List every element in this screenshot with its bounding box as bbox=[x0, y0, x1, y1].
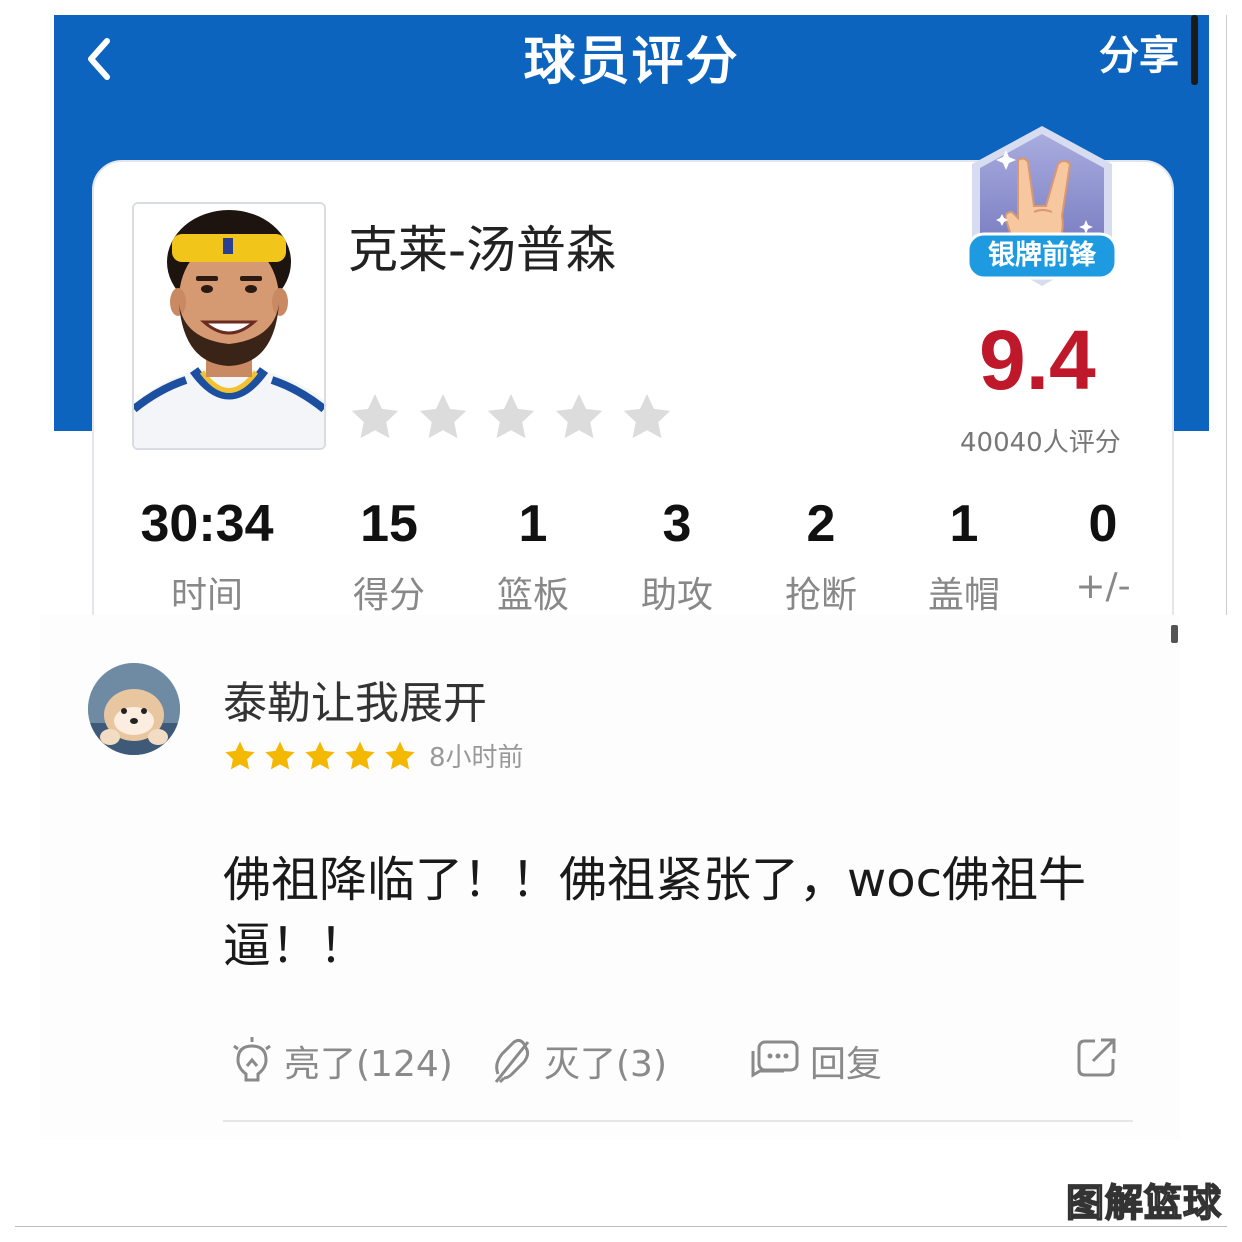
badge-label: 银牌前锋 bbox=[988, 240, 1096, 271]
share-comment-button[interactable] bbox=[1075, 1035, 1119, 1079]
stat-value: 15 bbox=[360, 495, 418, 553]
rating-count: 40040人评分 bbox=[960, 428, 1121, 458]
user-rating-stars[interactable] bbox=[348, 390, 674, 444]
comment-bubble-icon bbox=[751, 1040, 799, 1078]
star-icon bbox=[305, 741, 335, 769]
share-button[interactable]: 分享 bbox=[1099, 23, 1179, 81]
stat-value: 0 bbox=[1088, 495, 1118, 553]
stat-label: 抢断 bbox=[784, 575, 858, 615]
comment-actions: 亮了(124) 灭了(3) 回复 bbox=[230, 1035, 1130, 1095]
like-button[interactable]: 亮了(124) bbox=[230, 1035, 453, 1087]
player-rating-panel: 球员评分 分享 克莱-汤普森 银牌前锋 9.4 40040人评分 30:34 时… bbox=[54, 15, 1209, 615]
reply-label: 回复 bbox=[810, 1044, 883, 1085]
player-photo bbox=[132, 202, 326, 450]
stat-label: 助攻 bbox=[640, 575, 714, 615]
player-card: 克莱-汤普森 银牌前锋 9.4 40040人评分 30:34 时间 15 得分 … bbox=[92, 126, 1174, 615]
like-count: 亮了(124) bbox=[284, 1044, 453, 1085]
avatar[interactable] bbox=[88, 663, 180, 755]
stat-label: 时间 bbox=[170, 575, 243, 615]
star-icon[interactable] bbox=[484, 390, 538, 444]
page-title: 球员评分 bbox=[523, 32, 740, 92]
stat-minutes: 30:34 时间 bbox=[141, 494, 274, 615]
star-icon bbox=[265, 741, 295, 769]
star-icon bbox=[345, 741, 375, 769]
stat-label: 篮板 bbox=[496, 575, 570, 615]
comment-username[interactable]: 泰勒让我展开 bbox=[223, 667, 487, 731]
comment-body: 佛祖降临了！！佛祖紧张了，woc佛祖牛逼！！ bbox=[223, 852, 1087, 974]
stat-steals: 2 抢断 bbox=[785, 494, 857, 615]
stat-value: 2 bbox=[806, 495, 836, 553]
lightbulb-icon bbox=[233, 1037, 271, 1082]
stat-label: +/- bbox=[1075, 566, 1131, 607]
stat-label: 盖帽 bbox=[927, 575, 1001, 615]
dislike-button[interactable]: 灭了(3) bbox=[490, 1035, 667, 1087]
star-icon[interactable] bbox=[620, 390, 674, 444]
watermark: 图解篮球 bbox=[1065, 1180, 1222, 1226]
scrollbar[interactable] bbox=[1171, 625, 1178, 643]
comment-star-rating: 8小时前 bbox=[223, 737, 524, 774]
stat-value: 3 bbox=[662, 495, 692, 553]
star-icon bbox=[225, 741, 255, 769]
comment-time: 8小时前 bbox=[429, 743, 524, 773]
player-name: 克莱-汤普森 bbox=[348, 221, 617, 279]
comment-item: 泰勒让我展开 8小时前 佛祖降临了！！佛祖紧张了，woc佛祖牛逼！！ 亮了(12… bbox=[40, 615, 1180, 1140]
stat-assists: 3 助攻 bbox=[641, 494, 713, 615]
star-icon[interactable] bbox=[416, 390, 470, 444]
silver-forward-badge: 银牌前锋 bbox=[962, 120, 1122, 300]
stat-label: 得分 bbox=[352, 575, 426, 615]
divider bbox=[15, 1226, 1227, 1227]
star-icon[interactable] bbox=[552, 390, 606, 444]
star-icon bbox=[385, 741, 415, 769]
player-score: 9.4 bbox=[979, 313, 1096, 407]
share-icon bbox=[1077, 1038, 1116, 1077]
stat-points: 15 得分 bbox=[353, 494, 425, 615]
divider bbox=[223, 1120, 1133, 1122]
stat-value: 1 bbox=[518, 495, 548, 553]
reply-button[interactable]: 回复 bbox=[750, 1035, 882, 1087]
lightbulb-off-icon bbox=[494, 1038, 530, 1084]
star-icon[interactable] bbox=[348, 390, 402, 444]
stat-rebounds: 1 篮板 bbox=[497, 494, 569, 615]
stat-value: 1 bbox=[949, 495, 979, 553]
scrollbar[interactable] bbox=[1191, 15, 1198, 85]
stat-value: 30:34 bbox=[140, 495, 274, 553]
divider bbox=[1226, 15, 1227, 615]
stat-blocks: 1 盖帽 bbox=[928, 494, 1000, 615]
dislike-count: 灭了(3) bbox=[544, 1044, 667, 1085]
stat-plus-minus: 0 +/- bbox=[1075, 494, 1130, 607]
